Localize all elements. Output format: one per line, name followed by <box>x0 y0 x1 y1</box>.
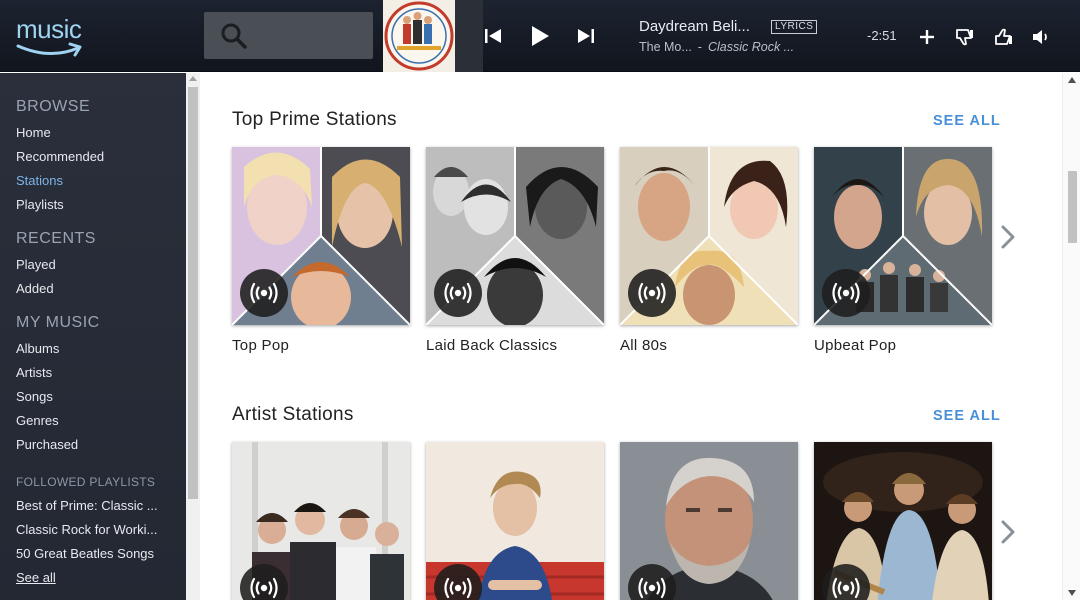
chevron-right-icon[interactable] <box>997 222 1019 252</box>
sidebar-item-albums[interactable]: Albums <box>16 341 59 356</box>
scroll-up-arrow-icon[interactable] <box>189 76 197 81</box>
sidebar: BROWSE Home Recommended Stations Playlis… <box>0 73 186 600</box>
sidebar-item-home[interactable]: Home <box>16 125 51 140</box>
artist-station-card[interactable] <box>620 442 798 600</box>
track-title[interactable]: Daydream Beli... <box>639 18 750 35</box>
my-music-heading: MY MUSIC <box>16 314 100 331</box>
station-card-upbeat-pop[interactable]: Upbeat Pop <box>814 147 992 354</box>
artist-station-card[interactable] <box>426 442 604 600</box>
station-broadcast-icon <box>628 269 676 317</box>
subtitle-separator: - <box>697 40 702 54</box>
station-broadcast-icon <box>434 269 482 317</box>
sidebar-item-added[interactable]: Added <box>16 281 54 296</box>
scroll-down-arrow-icon[interactable] <box>1068 590 1076 596</box>
artist-station-card[interactable] <box>232 442 410 600</box>
sidebar-item-stations[interactable]: Stations <box>16 173 63 188</box>
station-artwork <box>814 442 992 600</box>
search-box[interactable] <box>204 12 373 59</box>
artist-station-card[interactable] <box>814 442 992 600</box>
station-artwork <box>620 147 798 325</box>
station-broadcast-icon <box>822 269 870 317</box>
main-content: Top Prime Stations SEE ALL Top Pop Laid … <box>200 73 1062 600</box>
station-label: Top Pop <box>232 337 290 354</box>
smile-arrow-icon <box>16 42 82 57</box>
thumbs-up-icon[interactable] <box>993 26 1015 48</box>
station-artwork <box>426 442 604 600</box>
station-card-laid-back-classics[interactable]: Laid Back Classics <box>426 147 604 354</box>
sidebar-item-genres[interactable]: Genres <box>16 413 59 428</box>
main-scrollbar-thumb[interactable] <box>1068 171 1077 243</box>
play-icon[interactable] <box>525 22 553 50</box>
lyrics-badge[interactable]: LYRICS <box>771 20 818 34</box>
see-all-button[interactable]: SEE ALL <box>933 113 1001 129</box>
logo-text: music <box>16 14 82 44</box>
chevron-right-icon[interactable] <box>997 517 1019 547</box>
section-title: Top Prime Stations <box>232 109 397 130</box>
previous-icon[interactable] <box>479 22 507 50</box>
station-label: All 80s <box>620 337 668 354</box>
sidebar-item-songs[interactable]: Songs <box>16 389 53 404</box>
main-scrollbar[interactable] <box>1062 73 1080 600</box>
track-artist[interactable]: The Mo... <box>639 40 692 54</box>
recents-heading: RECENTS <box>16 230 96 247</box>
followed-playlists-heading: FOLLOWED PLAYLISTS <box>16 475 156 489</box>
volume-icon[interactable] <box>1030 26 1052 48</box>
search-input[interactable] <box>256 20 366 50</box>
sidebar-scrollbar-thumb[interactable] <box>188 87 198 499</box>
track-station[interactable]: Classic Rock ... <box>708 40 794 54</box>
search-icon <box>221 23 247 49</box>
sidebar-item-playlists[interactable]: Playlists <box>16 197 64 212</box>
station-artwork <box>620 442 798 600</box>
station-label: Laid Back Classics <box>426 337 558 354</box>
sidebar-scrollbar[interactable] <box>186 73 200 600</box>
see-all-button[interactable]: SEE ALL <box>933 408 1001 424</box>
amazon-music-logo[interactable]: music <box>16 14 92 58</box>
time-remaining: -2:51 <box>867 28 897 43</box>
add-icon[interactable] <box>916 26 938 48</box>
sidebar-item-artists[interactable]: Artists <box>16 365 52 380</box>
station-artwork <box>426 147 604 325</box>
scroll-up-arrow-icon[interactable] <box>1068 77 1076 83</box>
track-subtitle: The Mo... - Classic Rock ... <box>639 40 794 54</box>
thumbs-down-icon[interactable] <box>954 26 976 48</box>
now-playing-album-art[interactable] <box>383 0 455 72</box>
next-icon[interactable] <box>572 22 600 50</box>
station-artwork <box>232 147 410 325</box>
sidebar-item-recommended[interactable]: Recommended <box>16 149 104 164</box>
station-artwork <box>232 442 410 600</box>
station-broadcast-icon <box>240 269 288 317</box>
section-title: Artist Stations <box>232 404 354 425</box>
see-all-playlists-link[interactable]: See all <box>16 570 56 585</box>
station-artwork <box>814 147 992 325</box>
sidebar-item-purchased[interactable]: Purchased <box>16 437 78 452</box>
album-art-image <box>384 1 454 71</box>
browse-heading: BROWSE <box>16 98 91 115</box>
station-card-top-pop[interactable]: Top Pop <box>232 147 410 354</box>
top-bar: music Daydream Beli... LYRICS The Mo... … <box>0 0 1080 72</box>
followed-playlist-item[interactable]: Best of Prime: Classic ... <box>16 498 158 513</box>
station-label: Upbeat Pop <box>814 337 897 354</box>
sidebar-item-played[interactable]: Played <box>16 257 56 272</box>
station-card-all-80s[interactable]: All 80s <box>620 147 798 354</box>
followed-playlist-item[interactable]: 50 Great Beatles Songs <box>16 546 154 561</box>
followed-playlist-item[interactable]: Classic Rock for Worki... <box>16 522 157 537</box>
